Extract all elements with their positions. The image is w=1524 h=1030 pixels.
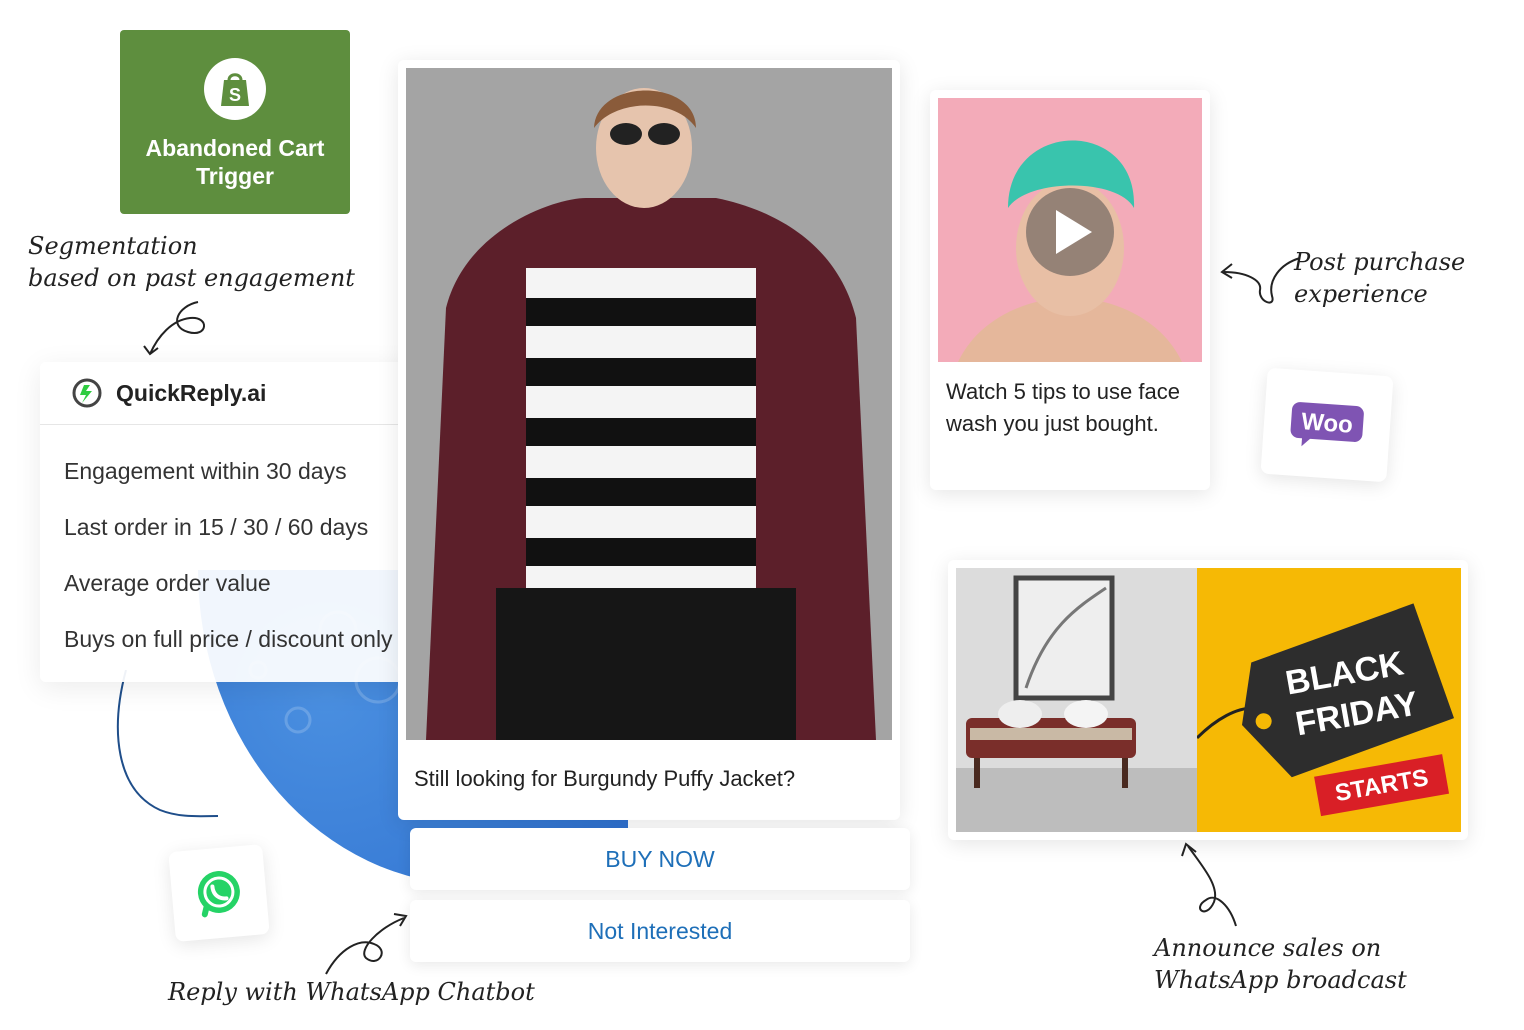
abandoned-cart-trigger-tile: S Abandoned Cart Trigger: [120, 30, 350, 214]
announce-note-line2: WhatsApp broadcast: [1154, 966, 1407, 994]
jacket-product-image: [406, 68, 892, 740]
curly-arrow-icon: [1181, 842, 1237, 927]
svg-text:S: S: [229, 85, 241, 105]
shopify-bag-icon: S: [204, 58, 266, 120]
quickreply-brand: QuickReply.ai: [116, 379, 267, 406]
furniture-image: [956, 568, 1197, 832]
curly-arrow-icon: [325, 913, 408, 975]
curly-arrow-icon: [1220, 257, 1301, 304]
sale-broadcast-card: BLACK FRIDAY STARTS: [948, 560, 1468, 840]
woocommerce-icon: Woo: [1290, 402, 1364, 447]
reply-note: Reply with WhatsApp Chatbot: [168, 978, 535, 1006]
woocommerce-badge: Woo: [1260, 367, 1394, 483]
whatsapp-icon: [197, 871, 240, 918]
video-message-card: Watch 5 tips to use face wash you just b…: [930, 90, 1210, 490]
not-interested-button[interactable]: Not Interested: [410, 900, 910, 962]
decorative-curve: [117, 670, 219, 818]
curly-arrow-icon: [143, 301, 205, 356]
announce-note-line1: Announce sales on: [1154, 934, 1382, 962]
product-caption: Still looking for Burgundy Puffy Jacket?: [414, 766, 796, 791]
face-wash-video-thumbnail[interactable]: [938, 98, 1202, 362]
buy-now-button[interactable]: BUY NOW: [410, 828, 910, 890]
segmentation-note-line2: based on past engagement: [28, 264, 355, 292]
whatsapp-badge: [168, 844, 270, 942]
quickreply-logo-icon: [72, 378, 102, 408]
svg-text:Woo: Woo: [1300, 408, 1353, 439]
black-friday-image: BLACK FRIDAY STARTS: [1197, 568, 1461, 832]
post-purchase-note-line2: experience: [1294, 280, 1428, 308]
trigger-title: Abandoned Cart Trigger: [145, 135, 325, 189]
segmentation-note-line1: Segmentation: [28, 232, 198, 260]
video-caption: Watch 5 tips to use face wash you just b…: [946, 379, 1180, 436]
product-message-card: Still looking for Burgundy Puffy Jacket?: [398, 60, 900, 820]
post-purchase-note-line1: Post purchase: [1294, 248, 1466, 276]
